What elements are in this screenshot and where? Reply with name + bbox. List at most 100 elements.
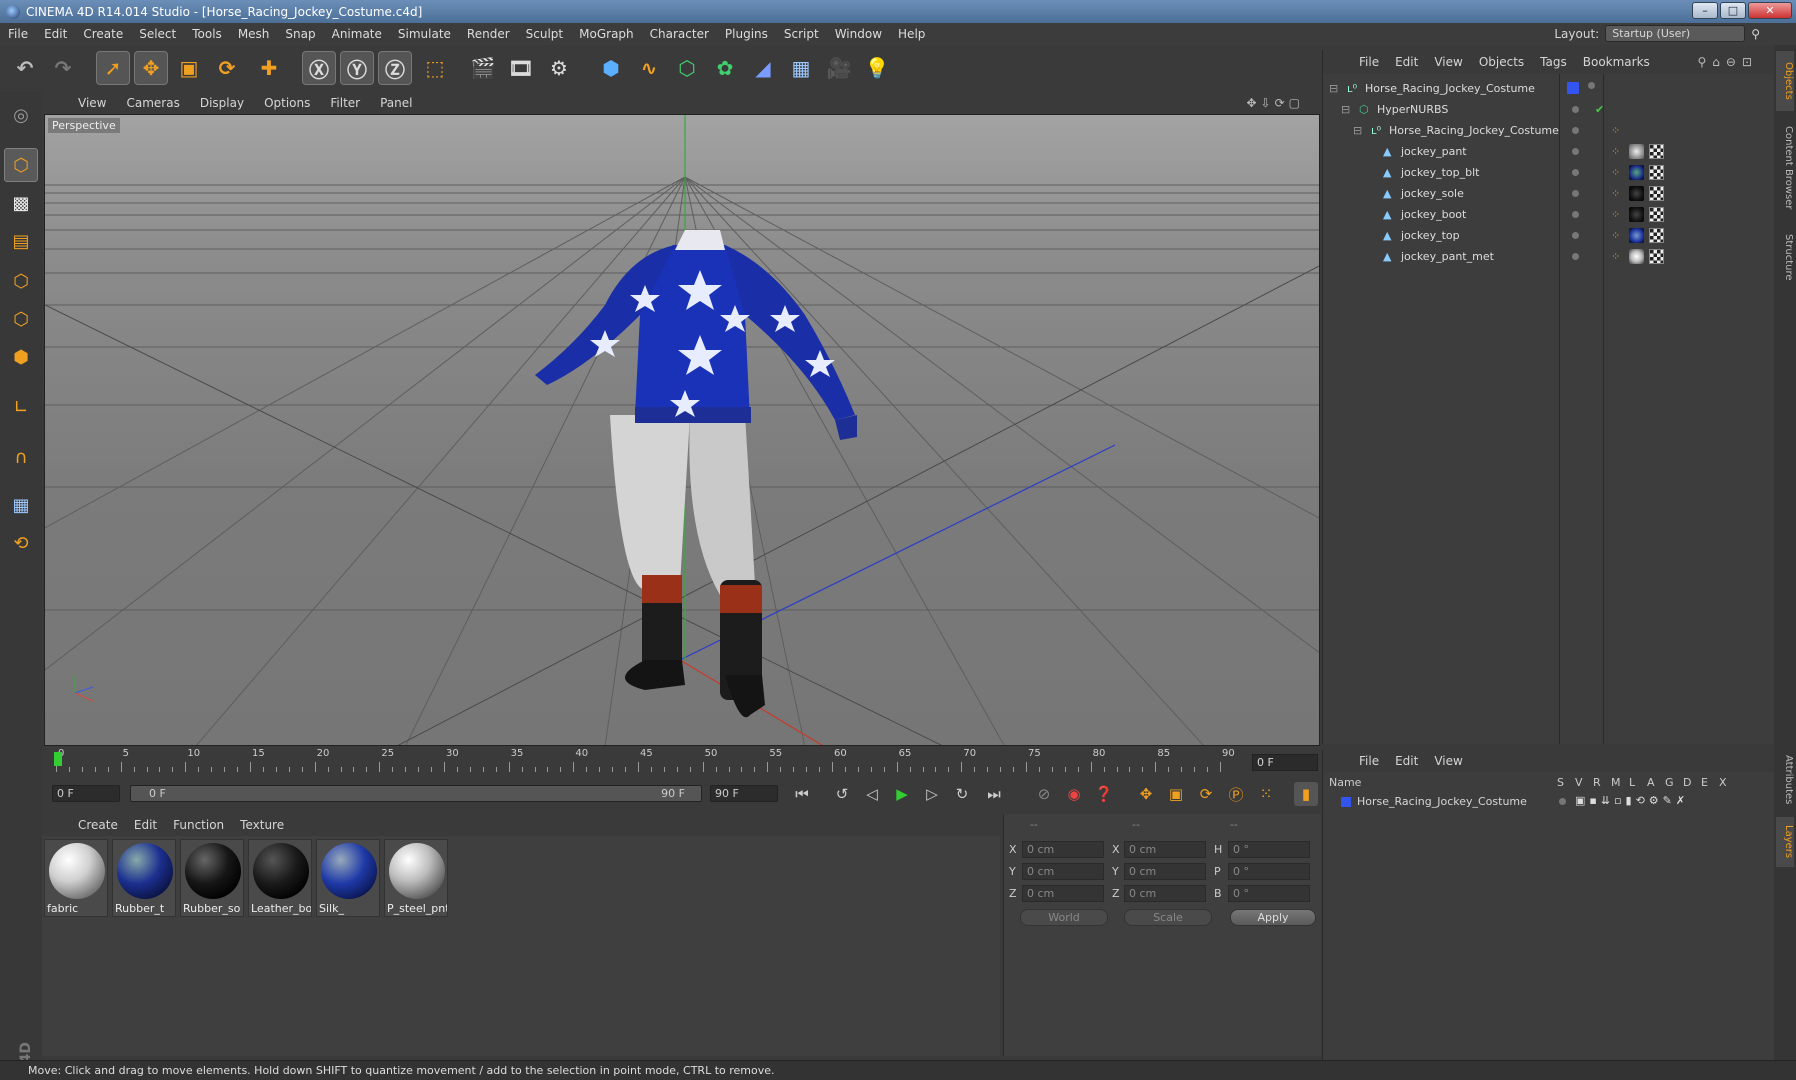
layer-flags-icons[interactable]: ▣▪⇊▫▮⟲⚙✎✗: [1575, 794, 1689, 807]
recent-tool-icon[interactable]: ✚: [252, 51, 286, 85]
menu-plugins[interactable]: Plugins: [717, 27, 776, 41]
viewport-menu-options[interactable]: Options: [254, 96, 320, 110]
cube-object-icon[interactable]: ⬢: [594, 51, 628, 85]
menu-edit[interactable]: Edit: [36, 27, 75, 41]
layers-menu-edit[interactable]: Edit: [1387, 754, 1426, 768]
material-tag-icon[interactable]: [1629, 207, 1644, 222]
viewport-menu-filter[interactable]: Filter: [320, 96, 370, 110]
objects-menu-view[interactable]: View: [1426, 55, 1470, 69]
tab-layers[interactable]: Layers: [1776, 817, 1794, 867]
tab-attributes[interactable]: Attributes: [1776, 745, 1794, 815]
object-row[interactable]: ▲ jockey_top_blt ⁘: [1323, 162, 1775, 183]
redo-icon[interactable]: ↷: [46, 51, 80, 85]
search-icon[interactable]: ⚲: [1751, 27, 1760, 41]
visibility-editor-dot[interactable]: [1572, 253, 1579, 260]
material-swatch[interactable]: Rubber_t: [112, 839, 176, 917]
phong-tag-icon[interactable]: ⁘: [1611, 229, 1620, 242]
key-rotation-icon[interactable]: ⟳: [1194, 782, 1218, 806]
menu-snap[interactable]: Snap: [277, 27, 323, 41]
collapse-icon[interactable]: ⊟: [1353, 124, 1362, 137]
rotation-b-field[interactable]: 0 °: [1228, 885, 1310, 902]
rotation-h-field[interactable]: 0 °: [1228, 841, 1310, 858]
spline-icon[interactable]: ∿: [632, 51, 666, 85]
object-row[interactable]: ▲ jockey_boot ⁘: [1323, 204, 1775, 225]
size-z-field[interactable]: 0 cm: [1124, 885, 1206, 902]
autokey-icon[interactable]: ⊘: [1032, 782, 1056, 806]
edges-mode-icon[interactable]: ⬡: [4, 302, 38, 336]
menu-animate[interactable]: Animate: [324, 27, 390, 41]
menu-select[interactable]: Select: [131, 27, 184, 41]
material-tag-icon[interactable]: [1629, 249, 1644, 264]
maximize-button[interactable]: □: [1720, 2, 1746, 19]
layer-row[interactable]: Horse_Racing_Jockey_Costume ▣▪⇊▫▮⟲⚙✎✗: [1327, 793, 1771, 811]
menu-mograph[interactable]: MoGraph: [571, 27, 642, 41]
undo-icon[interactable]: ↶: [8, 51, 42, 85]
menu-character[interactable]: Character: [642, 27, 717, 41]
close-button[interactable]: ✕: [1748, 2, 1792, 19]
layout-dropdown[interactable]: Startup (User): [1605, 25, 1746, 42]
viewport-menu-display[interactable]: Display: [190, 96, 254, 110]
workplane-lock-icon[interactable]: ▦: [4, 488, 38, 522]
next-frame-icon[interactable]: ▷: [920, 782, 944, 806]
layers-menu-view[interactable]: View: [1426, 754, 1470, 768]
layer-col-x[interactable]: X: [1719, 776, 1727, 789]
layer-col-s[interactable]: S: [1557, 776, 1564, 789]
record-keys-icon[interactable]: ◉: [1062, 782, 1086, 806]
object-row[interactable]: ▲ jockey_sole ⁘: [1323, 183, 1775, 204]
snap-icon[interactable]: ⟲: [4, 526, 38, 560]
layers-menu-file[interactable]: File: [1351, 754, 1387, 768]
light-icon[interactable]: 💡: [860, 51, 894, 85]
move-tool-icon[interactable]: ✥: [134, 51, 168, 85]
size-mode-dropdown[interactable]: Scale: [1124, 909, 1212, 926]
layer-col-g[interactable]: G: [1665, 776, 1674, 789]
material-swatch[interactable]: Leather_bo: [248, 839, 312, 917]
coordinate-system-icon[interactable]: ⬚: [418, 51, 452, 85]
minimize-button[interactable]: –: [1692, 2, 1718, 19]
key-pla-icon[interactable]: ⁙: [1254, 782, 1278, 806]
material-tag-icon[interactable]: [1629, 144, 1644, 159]
layer-color-swatch[interactable]: [1341, 797, 1351, 807]
layer-col-d[interactable]: D: [1683, 776, 1691, 789]
visibility-editor-dot[interactable]: [1572, 190, 1579, 197]
uvw-tag-icon[interactable]: [1649, 249, 1664, 264]
material-swatch[interactable]: P_steel_pnt: [384, 839, 448, 917]
material-tag-icon[interactable]: [1629, 186, 1644, 201]
scale-tool-icon[interactable]: ▣: [172, 51, 206, 85]
phong-tag-icon[interactable]: ⁘: [1611, 166, 1620, 179]
floor-icon[interactable]: ▦: [784, 51, 818, 85]
material-menu-function[interactable]: Function: [165, 818, 232, 832]
magnet-icon[interactable]: ∩: [4, 440, 38, 474]
timeline-window-icon[interactable]: ▮: [1294, 782, 1318, 806]
go-to-end-icon[interactable]: ⏭: [982, 782, 1006, 806]
position-z-field[interactable]: 0 cm: [1022, 885, 1104, 902]
viewport-menu-view[interactable]: View: [68, 96, 116, 110]
object-row[interactable]: ⊟ ⬡ HyperNURBS ✔: [1323, 99, 1775, 120]
workplane-mode-icon[interactable]: ▤: [4, 224, 38, 258]
uvw-tag-icon[interactable]: [1649, 186, 1664, 201]
material-menu-texture[interactable]: Texture: [232, 818, 292, 832]
key-position-icon[interactable]: ✥: [1134, 782, 1158, 806]
viewport-menu-cameras[interactable]: Cameras: [116, 96, 189, 110]
layer-col-v[interactable]: V: [1575, 776, 1583, 789]
z-axis-lock-icon[interactable]: Ⓩ: [378, 51, 412, 85]
tab-objects[interactable]: Objects: [1776, 51, 1794, 111]
material-menu-edit[interactable]: Edit: [126, 818, 165, 832]
axis-mode-icon[interactable]: ∟: [4, 390, 38, 424]
material-tag-icon[interactable]: [1629, 165, 1644, 180]
visibility-editor-dot[interactable]: [1572, 127, 1579, 134]
camera-icon[interactable]: 🎥: [822, 51, 856, 85]
play-icon[interactable]: ▶: [890, 782, 914, 806]
position-y-field[interactable]: 0 cm: [1022, 863, 1104, 880]
visibility-editor-dot[interactable]: [1572, 211, 1579, 218]
visibility-editor-dot[interactable]: [1588, 82, 1595, 89]
object-row[interactable]: ▲ jockey_top ⁘: [1323, 225, 1775, 246]
objects-menu-bookmarks[interactable]: Bookmarks: [1575, 55, 1658, 69]
rotate-tool-icon[interactable]: ⟳: [210, 51, 244, 85]
visibility-editor-dot[interactable]: [1572, 148, 1579, 155]
tab-structure[interactable]: Structure: [1776, 225, 1794, 289]
x-axis-lock-icon[interactable]: Ⓧ: [302, 51, 336, 85]
objects-menu-tags[interactable]: Tags: [1532, 55, 1575, 69]
uvw-tag-icon[interactable]: [1649, 228, 1664, 243]
tag-icon[interactable]: ⁘: [1611, 124, 1620, 137]
tab-content-browser[interactable]: Content Browser: [1776, 113, 1794, 223]
